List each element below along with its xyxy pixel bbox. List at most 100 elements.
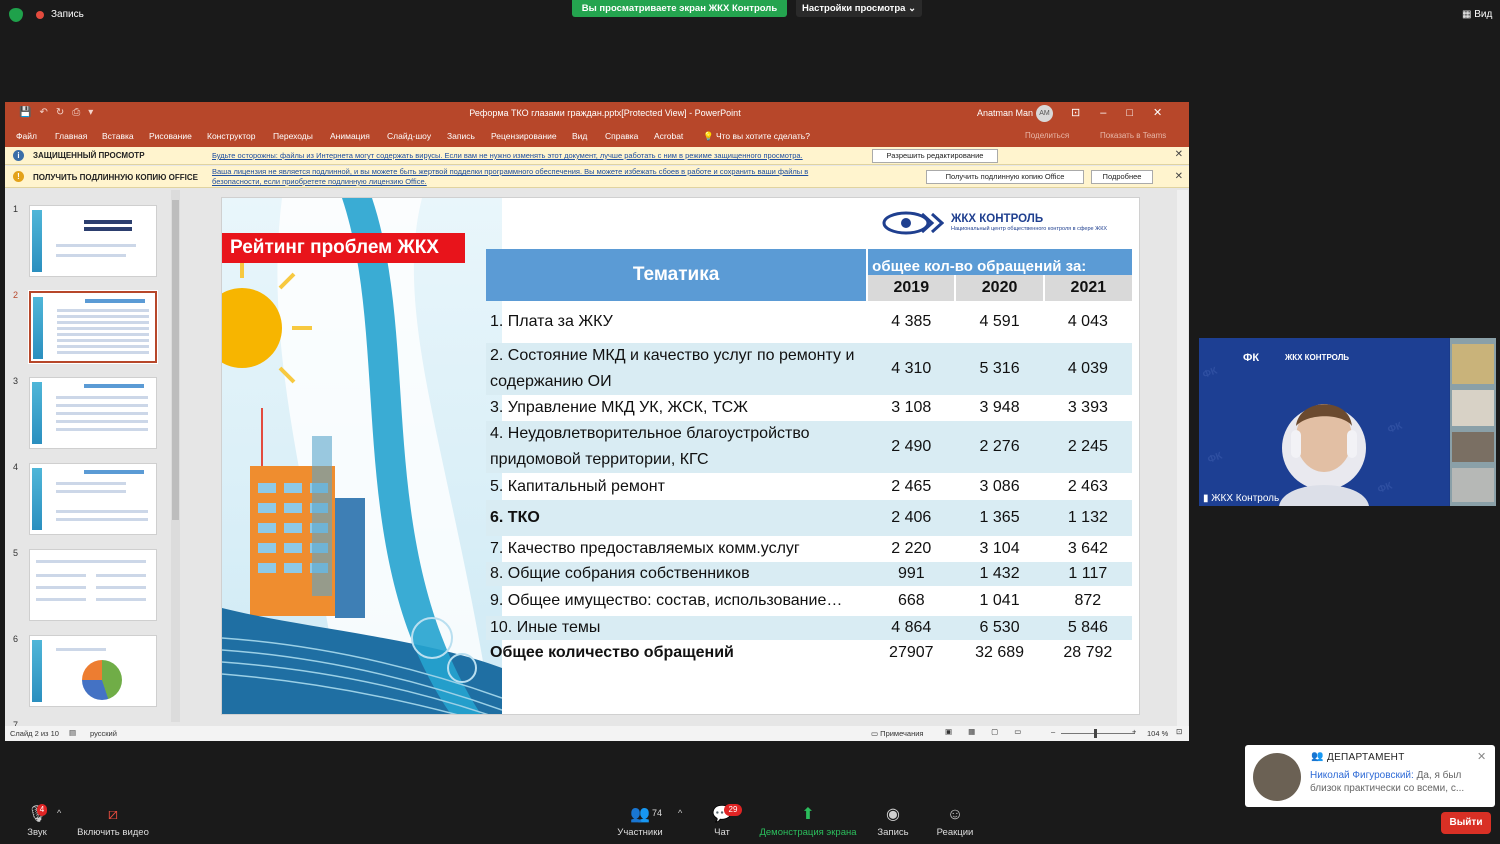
video-off-icon: ⧄ xyxy=(107,806,119,823)
fit-slide-icon[interactable]: ⊡ xyxy=(1176,727,1182,736)
thumbnail-scroll-thumb[interactable] xyxy=(172,200,179,520)
tab-slideshow[interactable]: Слайд-шоу xyxy=(387,131,431,141)
notes-button[interactable]: ▭ Примечания xyxy=(871,729,923,738)
license-text-line1[interactable]: Ваша лицензия не является подлинной, и в… xyxy=(212,167,808,177)
zoom-level[interactable]: 104 % xyxy=(1147,729,1168,738)
close-icon[interactable]: ✕ xyxy=(1477,750,1486,763)
row-value: 3 108 xyxy=(891,399,932,416)
view-button[interactable]: ▦ Вид xyxy=(1462,9,1492,20)
screen-share-banner: Вы просматриваете экран ЖКХ Контроль xyxy=(572,0,787,17)
chevron-up-icon[interactable]: ^ xyxy=(678,808,682,818)
row-value: 2 245 xyxy=(1043,421,1132,473)
view-buttons[interactable]: ▣▦▢▭ xyxy=(945,727,1037,736)
slide-thumbnail-3[interactable] xyxy=(29,377,157,449)
close-icon[interactable]: ✕ xyxy=(1175,149,1183,160)
chevron-up-icon[interactable]: ^ xyxy=(57,808,61,818)
license-text-line2[interactable]: безопасности, если приобретете подлинную… xyxy=(212,177,427,187)
tab-record[interactable]: Запись xyxy=(447,131,475,141)
record-button[interactable]: ◉ Запись xyxy=(874,806,912,838)
share-screen-button[interactable]: ⬆ Демонстрация экрана xyxy=(758,806,858,838)
get-genuine-office-button[interactable]: Получить подлинную копию Office xyxy=(926,170,1084,184)
quick-access-toolbar[interactable]: 💾↶↻⎙▾ xyxy=(19,107,101,118)
table-row: 4. Неудовлетворительное благоустройство … xyxy=(486,421,1132,473)
tab-transitions[interactable]: Переходы xyxy=(273,131,313,141)
chat-badge: 29 xyxy=(724,804,742,816)
side-photo xyxy=(1452,390,1494,426)
thumb-number: 5 xyxy=(13,548,19,558)
slide-thumbnail-1[interactable] xyxy=(29,205,157,277)
reactions-button[interactable]: ☺ Реакции xyxy=(934,806,976,838)
chat-label: Чат xyxy=(714,827,730,838)
tab-design[interactable]: Конструктор xyxy=(207,131,255,141)
row-value: 1 432 xyxy=(955,562,1044,586)
enable-editing-button[interactable]: Разрешить редактирование xyxy=(872,149,998,163)
slide-thumbnail-4[interactable] xyxy=(29,463,157,535)
close-icon[interactable]: ✕ xyxy=(1175,171,1183,182)
table-row: 3. Управление МКД УК, ЖСК, ТСЖ 3 108 3 9… xyxy=(486,395,1132,421)
side-photo xyxy=(1452,344,1494,384)
zoom-out-icon[interactable]: – xyxy=(1051,727,1055,736)
chat-notification[interactable]: 👥 ДЕПАРТАМЕНТ Николай Фигуровский: Да, я… xyxy=(1245,745,1495,807)
problems-table: Тематика общее кол-во обращений за: 2019… xyxy=(486,249,1132,666)
row-label: 8. Общие собрания собственников xyxy=(486,562,868,586)
license-bar: ! ПОЛУЧИТЬ ПОДЛИННУЮ КОПИЮ OFFICE Ваша л… xyxy=(5,166,1189,188)
row-value: 991 xyxy=(867,562,956,586)
grid-icon: ▦ xyxy=(1462,9,1475,20)
row-label: 9. Общее имущество: состав, использовани… xyxy=(490,592,843,609)
view-settings-button[interactable]: Настройки просмотра ⌄ xyxy=(796,0,922,17)
user-name[interactable]: Anatman Man xyxy=(977,108,1033,118)
license-title: ПОЛУЧИТЬ ПОДЛИННУЮ КОПИЮ OFFICE xyxy=(33,173,198,182)
participant-name-label: ЖКХ Контроль xyxy=(1211,493,1280,504)
tab-home[interactable]: Главная xyxy=(55,131,87,141)
share-screen-icon: ⬆ xyxy=(801,806,815,823)
row-label: 10. Иные темы xyxy=(486,616,868,640)
zoom-slider-thumb[interactable] xyxy=(1094,729,1097,738)
teams-button[interactable]: Показать в Teams xyxy=(1100,131,1166,140)
window-controls[interactable]: ⊡–□✕ xyxy=(1071,106,1182,119)
tab-acrobat[interactable]: Acrobat xyxy=(654,131,683,141)
row-value: 4 385 xyxy=(891,313,932,330)
notification-message: Николай Фигуровский: Да, я был близок пр… xyxy=(1310,769,1486,795)
row-value: 1 132 xyxy=(1043,500,1132,536)
participant-video-tile[interactable]: ФК ФК ФК ФК ФК ЖКХ КОНТРОЛЬ ▮ ЖКХ Контро… xyxy=(1199,338,1496,506)
header-total: общее кол-во обращений за: xyxy=(867,249,1132,275)
slide-scrollbar[interactable] xyxy=(1177,190,1188,726)
emoji-icon: ☺ xyxy=(946,806,964,823)
slide-thumbnail-6[interactable] xyxy=(29,635,157,707)
tab-view[interactable]: Вид xyxy=(572,131,587,141)
svg-text:ФК: ФК xyxy=(1376,480,1394,496)
tab-help[interactable]: Справка xyxy=(605,131,638,141)
leave-button[interactable]: Выйти xyxy=(1441,812,1491,834)
year-header: 2019 xyxy=(867,275,957,301)
slide-thumbnail-2[interactable] xyxy=(28,290,158,364)
video-label: Включить видео xyxy=(77,827,149,838)
tab-review[interactable]: Рецензирование xyxy=(491,131,557,141)
slide-thumbnail-5[interactable] xyxy=(29,549,157,621)
language-indicator[interactable]: русский xyxy=(90,729,117,738)
row-value: 3 104 xyxy=(979,540,1020,557)
user-avatar[interactable]: AM xyxy=(1036,105,1053,122)
tab-draw[interactable]: Рисование xyxy=(149,131,192,141)
spellcheck-icon[interactable]: ▤ xyxy=(69,728,76,737)
info-shield-icon: i xyxy=(13,150,24,161)
row-value: 32 689 xyxy=(975,644,1025,661)
share-button[interactable]: Поделиться xyxy=(1025,131,1069,140)
participants-label: Участники xyxy=(617,827,663,838)
row-value: 3 393 xyxy=(1067,399,1108,416)
tab-insert[interactable]: Вставка xyxy=(102,131,134,141)
row-value: 2 490 xyxy=(867,421,956,473)
zoom-slider[interactable] xyxy=(1061,733,1135,734)
ppt-status-bar: Слайд 2 из 10 ▤ русский ▭ Примечания ▣▦▢… xyxy=(5,726,1189,741)
zoom-in-icon[interactable]: + xyxy=(1132,727,1136,736)
video-logo-text: ЖКХ КОНТРОЛЬ xyxy=(1285,353,1350,362)
row-value: 4 039 xyxy=(1043,343,1132,395)
learn-more-button[interactable]: Подробнее xyxy=(1091,170,1153,184)
protected-view-text[interactable]: Будьте осторожны: файлы из Интернета мог… xyxy=(212,151,803,161)
tab-animation[interactable]: Анимация xyxy=(330,131,370,141)
table-row: 7. Качество предоставляемых комм.услуг 2… xyxy=(486,536,1132,562)
video-button[interactable]: ⧄ Включить видео xyxy=(74,806,152,838)
tell-me-box[interactable]: 💡 Что вы хотите сделать? xyxy=(703,131,810,142)
tab-file[interactable]: Файл xyxy=(16,131,37,141)
warning-icon: ! xyxy=(13,171,24,182)
recording-label[interactable]: Запись xyxy=(51,9,84,20)
